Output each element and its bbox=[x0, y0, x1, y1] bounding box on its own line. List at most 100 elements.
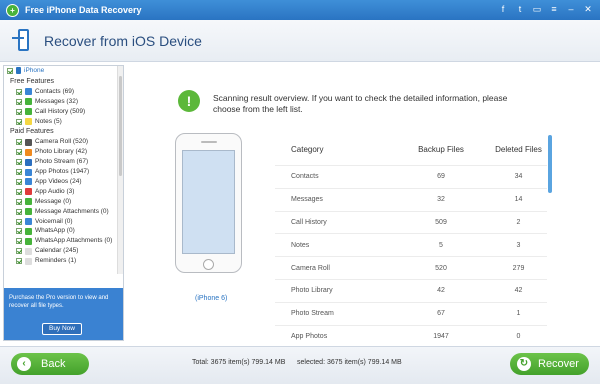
table-row[interactable]: Photo Library 42 42 bbox=[275, 278, 547, 302]
sidebar-item-label: WhatsApp Attachments (0) bbox=[35, 237, 113, 245]
sidebar-item[interactable]: App Videos (24) bbox=[4, 177, 118, 187]
sidebar-item[interactable]: Reminders (1) bbox=[4, 256, 118, 266]
sidebar-item-label: App Photos (1947) bbox=[35, 168, 90, 176]
sidebar-item-label: Message Attachments (0) bbox=[35, 207, 109, 215]
sidebar-item[interactable]: Messages (32) bbox=[4, 97, 118, 107]
sidebar-item[interactable]: Notes (5) bbox=[4, 117, 118, 127]
checkbox[interactable] bbox=[16, 98, 22, 105]
back-button[interactable]: ‹ Back bbox=[11, 353, 89, 375]
buy-now-button[interactable]: Buy Now bbox=[42, 323, 82, 335]
menu-icon[interactable]: ≡ bbox=[548, 3, 560, 15]
recover-icon: ↻ bbox=[517, 357, 531, 371]
sidebar-item-label: Photo Stream (67) bbox=[35, 158, 89, 166]
tree-root-iphone[interactable]: iPhone bbox=[4, 66, 118, 76]
category-icon bbox=[25, 227, 32, 235]
close-icon[interactable]: ✕ bbox=[582, 3, 594, 15]
table-row[interactable]: Camera Roll 520 279 bbox=[275, 256, 547, 279]
table-body: Contacts 69 34 Messages 32 14 Call History 509 2… bbox=[275, 165, 547, 347]
category-icon bbox=[25, 138, 32, 146]
checkbox[interactable] bbox=[16, 198, 22, 205]
table-header: Category Backup Files Deleted Files bbox=[275, 133, 547, 165]
checkbox[interactable] bbox=[16, 149, 22, 156]
table-cell: Camera Roll bbox=[291, 264, 330, 272]
checkbox[interactable] bbox=[16, 159, 22, 166]
table-row[interactable]: Notes 5 3 bbox=[275, 233, 547, 256]
category-icon bbox=[25, 118, 32, 125]
sidebar-item[interactable]: Photo Library (42) bbox=[4, 147, 118, 157]
checkbox[interactable] bbox=[16, 178, 22, 185]
checkbox[interactable] bbox=[16, 218, 22, 225]
table-cell: App Photos bbox=[291, 332, 328, 340]
table-cell: Messages bbox=[291, 196, 323, 204]
page-header: Recover from iOS Device bbox=[0, 20, 600, 62]
twitter-icon[interactable]: t bbox=[514, 3, 526, 15]
selected-summary: selected: 3675 item(s) 799.14 MB bbox=[297, 359, 402, 366]
checkbox[interactable] bbox=[7, 67, 13, 74]
table-cell: 3 bbox=[516, 241, 521, 249]
checkbox[interactable] bbox=[16, 118, 22, 125]
category-icon bbox=[25, 98, 32, 106]
minimize-icon[interactable]: – bbox=[565, 3, 577, 15]
table-row[interactable]: Contacts 69 34 bbox=[275, 165, 547, 188]
table-row[interactable]: App Photos 1947 0 bbox=[275, 324, 547, 348]
sidebar-item[interactable]: Calendar (245) bbox=[4, 246, 118, 256]
sidebar-item[interactable]: Contacts (69) bbox=[4, 87, 118, 97]
recover-label: Recover bbox=[538, 358, 579, 370]
sidebar-item[interactable]: Voicemail (0) bbox=[4, 217, 118, 227]
sidebar-item-label: Messages (32) bbox=[35, 97, 78, 105]
sidebar-item[interactable]: Message (0) bbox=[4, 197, 118, 207]
category-icon bbox=[25, 218, 32, 226]
checkbox[interactable] bbox=[16, 88, 22, 95]
column-header-backup: Backup Files bbox=[418, 144, 464, 154]
sidebar-item[interactable]: Message Attachments (0) bbox=[4, 207, 118, 217]
sidebar-item[interactable]: App Photos (1947) bbox=[4, 167, 118, 177]
sidebar-item-label: App Audio (3) bbox=[35, 187, 75, 195]
recover-button[interactable]: ↻ Recover bbox=[510, 353, 589, 375]
promo-text: Purchase the Pro version to view and rec… bbox=[9, 295, 109, 309]
title-bar: + Free iPhone Data Recovery f t ▭ ≡ – ✕ bbox=[0, 0, 600, 20]
table-cell: 32 bbox=[437, 196, 445, 204]
checkbox[interactable] bbox=[16, 188, 22, 195]
category-icon bbox=[25, 247, 32, 255]
sidebar-item-label: Voicemail (0) bbox=[35, 217, 73, 225]
table-row[interactable]: Messages 32 14 bbox=[275, 187, 547, 211]
table-cell: Photo Library bbox=[291, 287, 333, 295]
checkbox[interactable] bbox=[16, 258, 22, 265]
checkbox[interactable] bbox=[16, 208, 22, 215]
scan-result-message: Scanning result overview. If you want to… bbox=[213, 93, 508, 114]
sidebar-item[interactable]: Photo Stream (67) bbox=[4, 157, 118, 167]
sidebar-item-label: App Videos (24) bbox=[35, 178, 82, 186]
chat-icon[interactable]: ▭ bbox=[531, 3, 543, 15]
iphone-illustration bbox=[175, 133, 242, 273]
table-scrollbar[interactable] bbox=[548, 135, 552, 193]
checkbox[interactable] bbox=[16, 169, 22, 176]
table-row[interactable]: Call History 509 2 bbox=[275, 210, 547, 234]
category-tree: iPhone Free Features Contacts (69) Messag… bbox=[4, 66, 118, 274]
sidebar-scrollbar[interactable] bbox=[117, 66, 123, 274]
checkbox[interactable] bbox=[16, 228, 22, 235]
checkbox[interactable] bbox=[16, 238, 22, 245]
sidebar-item[interactable]: WhatsApp (0) bbox=[4, 226, 118, 236]
main-panel: ! Scanning result overview. If you want … bbox=[127, 65, 597, 341]
table-row[interactable]: Photo Stream 67 1 bbox=[275, 301, 547, 325]
sidebar-item[interactable]: WhatsApp Attachments (0) bbox=[4, 236, 118, 246]
checkbox[interactable] bbox=[16, 248, 22, 255]
sidebar-item[interactable]: App Audio (3) bbox=[4, 187, 118, 197]
checkbox[interactable] bbox=[16, 139, 22, 146]
table-cell: Notes bbox=[291, 241, 310, 249]
title-bar-controls: f t ▭ ≡ – ✕ bbox=[497, 3, 594, 15]
sidebar-item[interactable]: Camera Roll (520) bbox=[4, 137, 118, 147]
category-icon bbox=[25, 148, 32, 156]
table-cell: Call History bbox=[291, 218, 327, 226]
facebook-icon[interactable]: f bbox=[497, 3, 509, 15]
category-icon bbox=[25, 257, 32, 265]
total-summary: Total: 3675 item(s) 799.14 MB bbox=[192, 359, 286, 366]
phone-icon bbox=[16, 67, 21, 75]
sidebar-item[interactable]: Call History (509) bbox=[4, 107, 118, 117]
category-icon bbox=[25, 208, 32, 216]
checkbox[interactable] bbox=[16, 108, 22, 115]
column-header-category: Category bbox=[291, 144, 324, 154]
table-cell: Photo Stream bbox=[291, 310, 334, 318]
table-cell: 1 bbox=[516, 310, 521, 318]
category-icon bbox=[25, 188, 32, 196]
